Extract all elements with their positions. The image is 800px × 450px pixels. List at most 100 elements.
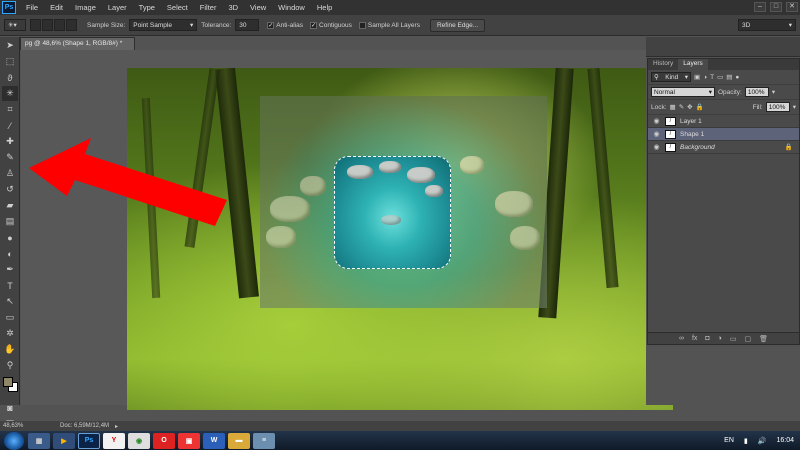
folder-icon[interactable]: ▬	[228, 432, 250, 449]
tab-history[interactable]: History	[648, 59, 678, 70]
quick-mask-icon[interactable]: ◙	[2, 400, 18, 415]
kind-filter-select[interactable]: ⚲ Kind ▾	[651, 72, 691, 82]
volume-icon[interactable]: 🔊	[758, 437, 767, 445]
shape-1-layer[interactable]	[334, 156, 451, 269]
menu-file[interactable]: File	[20, 0, 44, 15]
word-icon[interactable]: W	[203, 432, 225, 449]
zoom-level[interactable]: 48,63%	[0, 423, 60, 429]
eye-icon[interactable]: ◉	[652, 143, 661, 152]
shape-tool-icon[interactable]: ▭	[2, 310, 18, 325]
blend-mode-select[interactable]: Normal ▾	[651, 87, 715, 97]
move-tool-icon[interactable]: ➤	[2, 38, 18, 53]
tab-layers[interactable]: Layers	[678, 59, 708, 70]
tolerance-input[interactable]: 30	[235, 19, 260, 31]
minimize-icon[interactable]: –	[754, 2, 766, 12]
layer-row-layer-1[interactable]: ◉ / Layer 1	[648, 115, 799, 128]
explorer-icon[interactable]: ▦	[28, 432, 50, 449]
notes-icon[interactable]: ≡	[253, 432, 275, 449]
lasso-tool-icon[interactable]: ϑ	[2, 70, 18, 85]
adjustment-icon[interactable]: ◑	[718, 335, 722, 342]
magic-wand-preset-icon[interactable]: ✳▾	[4, 19, 26, 31]
menu-view[interactable]: View	[244, 0, 272, 15]
status-menu-icon[interactable]: ▸	[115, 423, 118, 430]
menu-image[interactable]: Image	[69, 0, 102, 15]
marquee-tool-icon[interactable]: ⬚	[2, 54, 18, 69]
refine-edge-button[interactable]: Refine Edge...	[429, 18, 486, 32]
magic-wand-tool-icon[interactable]: ✳	[2, 86, 18, 101]
adjustment-filter-icon[interactable]: ◑	[703, 74, 707, 81]
photoshop-icon[interactable]: Ps	[78, 432, 100, 449]
lock-all-icon[interactable]: 🔒	[696, 103, 704, 111]
fill-input[interactable]: 100%	[765, 102, 790, 112]
lock-transparency-icon[interactable]: ▦	[670, 103, 676, 111]
yandex-icon[interactable]: Y	[103, 432, 125, 449]
shape-filter-icon[interactable]: ▭	[717, 73, 723, 81]
menu-3d[interactable]: 3D	[222, 0, 244, 15]
menu-help[interactable]: Help	[311, 0, 338, 15]
link-icon[interactable]: ∞	[679, 335, 684, 342]
menu-filter[interactable]: Filter	[194, 0, 223, 15]
blur-tool-icon[interactable]: ●	[2, 230, 18, 245]
menu-select[interactable]: Select	[161, 0, 194, 15]
menu-window[interactable]: Window	[272, 0, 311, 15]
restore-icon[interactable]: □	[770, 2, 782, 12]
dodge-tool-icon[interactable]: ◐	[2, 246, 18, 261]
contiguous-checkbox[interactable]: ✓ Contiguous	[310, 21, 352, 29]
gradient-tool-icon[interactable]: ▤	[2, 214, 18, 229]
crop-tool-icon[interactable]: ⌗	[2, 102, 18, 117]
close-icon[interactable]: ✕	[786, 2, 798, 12]
menu-layer[interactable]: Layer	[102, 0, 133, 15]
intersect-selection-icon[interactable]	[66, 19, 77, 31]
layer-row-background[interactable]: ◉ / Background 🔒	[648, 141, 799, 154]
eyedropper-tool-icon[interactable]: ⁄	[2, 118, 18, 133]
media-icon[interactable]: ▶	[53, 432, 75, 449]
type-filter-icon[interactable]: T	[710, 74, 714, 81]
mask-icon[interactable]: ◘	[705, 335, 709, 342]
healing-brush-tool-icon[interactable]: ✚	[2, 134, 18, 149]
chevron-down-icon[interactable]: ▾	[772, 88, 775, 96]
layer-row-shape-1[interactable]: ◉ / Shape 1	[648, 128, 799, 141]
pen-tool-icon[interactable]: ✒	[2, 262, 18, 277]
lock-pixels-icon[interactable]: ✎	[679, 103, 684, 111]
chevron-down-icon[interactable]: ▾	[793, 103, 796, 111]
new-layer-icon[interactable]: ▢	[745, 335, 752, 343]
chrome-icon[interactable]: ◉	[128, 432, 150, 449]
network-icon[interactable]: ▮	[744, 437, 748, 445]
fx-icon[interactable]: fx	[692, 335, 697, 342]
language-indicator[interactable]: EN	[724, 437, 734, 444]
lock-position-icon[interactable]: ✥	[687, 103, 692, 111]
sample-size-select[interactable]: Point Sample ▾	[129, 19, 198, 31]
app-icon[interactable]: ▣	[178, 432, 200, 449]
clock[interactable]: 16:04	[776, 437, 794, 444]
menu-type[interactable]: Type	[133, 0, 161, 15]
brush-tool-icon[interactable]: ✎	[2, 150, 18, 165]
document-canvas[interactable]	[127, 68, 673, 410]
eraser-tool-icon[interactable]: ▰	[2, 198, 18, 213]
hand-tool-icon[interactable]: ✋	[2, 342, 18, 357]
menu-edit[interactable]: Edit	[44, 0, 69, 15]
document-tab[interactable]: pg @ 48,6% (Shape 1, RGB/8#) *	[20, 37, 135, 50]
add-selection-icon[interactable]	[42, 19, 53, 31]
3d-tool-icon[interactable]: ✲	[2, 326, 18, 341]
filter-toggle-icon[interactable]: ●	[735, 74, 739, 81]
history-brush-tool-icon[interactable]: ↺	[2, 182, 18, 197]
sample-all-layers-checkbox[interactable]: Sample All Layers	[358, 21, 420, 29]
smart-object-filter-icon[interactable]: ▤	[726, 73, 732, 81]
pixel-filter-icon[interactable]: ▣	[694, 73, 700, 81]
clone-stamp-tool-icon[interactable]: ♙	[2, 166, 18, 181]
opera-icon[interactable]: O	[153, 432, 175, 449]
subtract-selection-icon[interactable]	[54, 19, 65, 31]
group-icon[interactable]: ▭	[730, 335, 737, 343]
zoom-tool-icon[interactable]: ⚲	[2, 358, 18, 373]
workspace-select[interactable]: 3D ▾	[738, 19, 796, 31]
path-selection-tool-icon[interactable]: ↖	[2, 294, 18, 309]
new-selection-icon[interactable]	[30, 19, 41, 31]
eye-icon[interactable]: ◉	[652, 130, 661, 139]
eye-icon[interactable]: ◉	[652, 117, 661, 126]
type-tool-icon[interactable]: T	[2, 278, 18, 293]
foreground-color-swatch[interactable]	[3, 377, 13, 387]
trash-icon[interactable]: 🗑	[759, 335, 768, 343]
opacity-input[interactable]: 100%	[744, 87, 769, 97]
anti-alias-checkbox[interactable]: ✓ Anti-alias	[267, 21, 303, 29]
start-button[interactable]	[4, 431, 24, 450]
